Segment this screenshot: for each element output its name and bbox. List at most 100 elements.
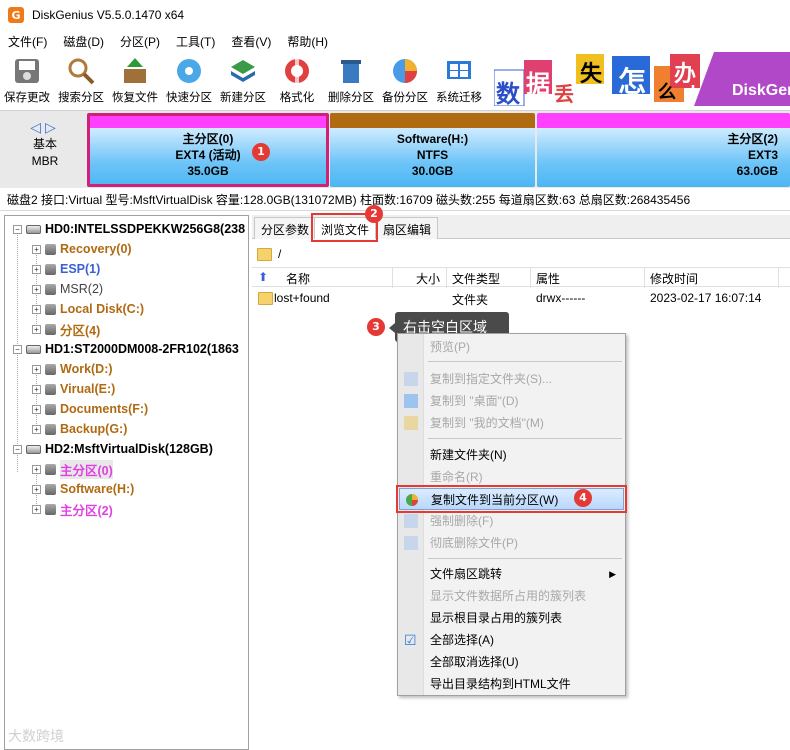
search-partition-button[interactable]: 搜索分区 [54,52,108,108]
tree-partition-g[interactable]: + Backup(G:) [32,419,127,439]
expand-icon[interactable]: + [32,264,41,274]
collapse-icon[interactable]: − [13,224,22,234]
partition-block-1[interactable]: Software(H:) NTFS 30.0GB [330,113,535,187]
tree-partition-e[interactable]: + Virual(E:) [32,379,115,399]
step-badge-3: 3 [367,318,385,336]
expand-icon[interactable]: + [32,484,41,494]
partition-icon [45,423,56,435]
title-bar: G DiskGenius V5.5.0.1470 x64 [0,0,790,30]
collapse-icon[interactable]: − [13,444,22,454]
menu-export-html[interactable]: 导出目录结构到HTML文件 [399,673,624,695]
menu-copy-to-folder[interactable]: 复制到指定文件夹(S)... [399,368,624,390]
tree-partition-4[interactable]: + 分区(4) [32,319,100,339]
step-badge-4: 4 [574,489,592,507]
menu-view[interactable]: 查看(V) [223,33,279,50]
recover-files-button[interactable]: 恢复文件 [108,52,162,108]
menu-show-clusters[interactable]: 显示文件数据所占用的簇列表 [399,585,624,607]
menu-sector-jump[interactable]: 文件扇区跳转 ▶ [399,563,624,585]
banner-char-4: 失 [580,61,603,86]
submenu-arrow-icon: ▶ [609,569,616,579]
watermark: 大数跨境 [8,728,64,744]
tree-partition-msr[interactable]: + MSR(2) [32,279,103,299]
system-migrate-button[interactable]: 系统迁移 [432,52,486,108]
tree-partition-esp[interactable]: + ESP(1) [32,259,100,279]
backup-partition-label: 备份分区 [382,92,428,104]
expand-icon[interactable]: + [32,404,41,414]
menu-preview[interactable]: 预览(P) [399,336,624,358]
menu-copy-to-desktop-label: 复制到 "桌面"(D) [430,394,519,408]
col-mtime[interactable]: 修改时间 [650,270,698,287]
expand-icon[interactable]: + [32,464,41,474]
disk-nav-arrows-icon[interactable]: ◁▷ [20,119,70,136]
tree-partition-primary-2[interactable]: + 主分区(2) [32,499,113,519]
expand-icon[interactable]: + [32,384,41,394]
file-attr: drwx------ [536,291,586,305]
tree-disk-hd0[interactable]: − HD0:INTELSSDPEKKW256G8(238 [13,219,245,239]
expand-icon[interactable]: + [32,424,41,434]
partition-band-0 [90,116,326,128]
expand-icon[interactable]: + [32,364,41,374]
new-partition-button[interactable]: 新建分区 [216,52,270,108]
tab-sector-editor[interactable]: 扇区编辑 [376,217,439,239]
tree-partition-d[interactable]: + Work(D:) [32,359,113,379]
box-arrow-icon [124,58,146,83]
sort-up-icon[interactable]: ⬆ [258,270,268,284]
menu-partition[interactable]: 分区(P) [112,33,168,50]
partition-icon [45,463,56,475]
tree-partition-recovery[interactable]: + Recovery(0) [32,239,132,259]
expand-icon[interactable]: + [32,324,41,334]
menu-disk[interactable]: 磁盘(D) [55,33,112,50]
menu-copy-to-desktop[interactable]: 复制到 "桌面"(D) [399,390,624,412]
file-row[interactable]: lost+found 文件夹 drwx------ 2023-02-17 16:… [252,288,790,308]
partition-block-2[interactable]: 主分区(2) EXT3 63.0GB [537,113,790,187]
menu-new-folder[interactable]: 新建文件夹(N) [399,444,624,466]
tree-partition-f[interactable]: + Documents(F:) [32,399,148,419]
expand-icon[interactable]: + [32,504,41,514]
menu-file[interactable]: 文件(F) [0,33,55,50]
tree-partition-label: Local Disk(C:) [60,302,145,316]
tree-disk-hd2[interactable]: − HD2:MsftVirtualDisk(128GB) [13,439,213,459]
menu-select-all[interactable]: ☑ 全部选择(A) [399,629,624,651]
copy-folder-icon [404,372,418,386]
banner-char-2: 据 [526,71,550,98]
expand-icon[interactable]: + [32,244,41,254]
backup-partition-button[interactable]: 备份分区 [378,52,432,108]
format-button[interactable]: 格式化 [270,52,324,108]
expand-icon[interactable]: + [32,304,41,314]
menu-force-delete[interactable]: 强制删除(F) [399,510,624,532]
tree-disk-label: HD0:INTELSSDPEKKW256G8(238 [45,222,246,236]
tab-partition-params[interactable]: 分区参数 [254,217,317,239]
tree-partition-c[interactable]: + Local Disk(C:) [32,299,144,319]
partition-block-0[interactable]: 主分区(0) EXT4 (活动) 35.0GB [87,113,329,187]
windows-icon [447,61,471,79]
tree-partition-primary-0[interactable]: + 主分区(0) [32,459,113,479]
menu-tools[interactable]: 工具(T) [168,33,223,50]
col-type[interactable]: 文件类型 [452,270,500,287]
expand-icon[interactable]: + [32,284,41,294]
pie-icon [393,59,417,83]
menu-copy-to-documents-label: 复制到 "我的文档"(M) [430,416,544,430]
delete-partition-button[interactable]: 删除分区 [324,52,378,108]
menu-help[interactable]: 帮助(H) [279,33,336,50]
col-size[interactable]: 大小 [416,270,440,287]
collapse-icon[interactable]: − [13,344,22,354]
promo-banner[interactable]: 数 据 丢 失 怎 么 办 ! DiskGen [494,52,790,106]
col-attr[interactable]: 属性 [536,270,560,287]
partition-size-1: 30.0GB [411,164,454,178]
menu-copy-to-documents[interactable]: 复制到 "我的文档"(M) [399,412,624,434]
menu-deselect-all[interactable]: 全部取消选择(U) [399,651,624,673]
partition-fs-2: EXT3 [747,148,778,162]
tree-partition-h[interactable]: + Software(H:) [32,479,134,499]
menu-wipe-delete[interactable]: 彻底删除文件(P) [399,532,624,554]
col-name[interactable]: 名称 [286,270,310,287]
save-changes-button[interactable]: 保存更改 [0,52,54,108]
menu-show-root-clusters[interactable]: 显示根目录占用的簇列表 [399,607,624,629]
path-bar[interactable]: / [252,242,790,266]
file-name: lost+found [274,291,330,305]
partition-icon [45,383,56,395]
tree-disk-hd1[interactable]: − HD1:ST2000DM008-2FR102(1863 [13,339,239,359]
lifebuoy-icon [285,59,309,83]
tree-disk-label: HD2:MsftVirtualDisk(128GB) [45,442,213,456]
partition-size-2: 63.0GB [736,164,778,178]
quick-partition-button[interactable]: 快速分区 [162,52,216,108]
